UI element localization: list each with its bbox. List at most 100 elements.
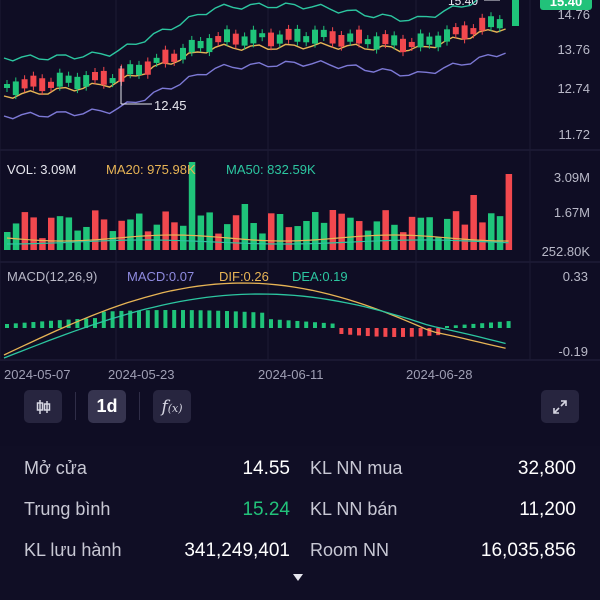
stock-chart[interactable]: 14.76 13.76 12.74 11.72 15.40 15.40 12.4… — [0, 0, 600, 445]
stat-value: 11,200 — [519, 499, 576, 520]
candle — [276, 34, 283, 44]
dea-value-label: DEA:0.19 — [292, 269, 348, 284]
stat-label: KL NN bán — [310, 499, 398, 519]
macd-histogram-bar — [172, 310, 177, 328]
candle — [30, 75, 37, 87]
stat-row: Trung bình 15.24 KL NN bán 11,200 — [0, 499, 600, 529]
interval-button[interactable]: 1d — [88, 390, 126, 423]
candle — [224, 29, 230, 43]
candle — [74, 76, 81, 90]
volume-bar — [320, 222, 328, 250]
volume-bar — [171, 222, 178, 250]
macd-histogram-bar — [66, 319, 71, 328]
volume-bar — [250, 223, 257, 250]
candle — [215, 36, 222, 43]
stat-label: Trung bình — [24, 499, 111, 519]
macd-histogram-bar — [339, 328, 344, 334]
stat-label: Room NN — [310, 540, 390, 560]
indicator-button[interactable]: f(x) — [153, 390, 191, 423]
candle — [232, 33, 239, 45]
macd-histogram-bar — [233, 311, 238, 328]
candle — [48, 81, 54, 88]
volume-bar — [4, 232, 11, 250]
macd-histogram-bar — [207, 310, 212, 328]
candle — [294, 28, 301, 42]
volume-bar — [294, 226, 301, 250]
chart-canvas[interactable]: 14.76 13.76 12.74 11.72 15.40 15.40 12.4… — [0, 0, 600, 445]
candlestick-type-button[interactable] — [24, 390, 62, 423]
macd-histogram-bar — [365, 328, 370, 337]
volume-bar — [92, 210, 99, 250]
volume-bar — [435, 237, 442, 250]
candle — [92, 71, 98, 81]
macd-histogram-bar — [57, 320, 62, 328]
macd-histogram-bar — [101, 311, 106, 328]
volume-bar — [496, 216, 504, 250]
candle — [153, 57, 160, 63]
candle — [180, 47, 186, 60]
volume-bar — [224, 224, 231, 250]
stat-value: 14.55 — [242, 458, 290, 479]
macd-histogram-bar — [409, 328, 414, 337]
price-axis-tick: 12.74 — [557, 81, 590, 96]
volume-bar — [417, 217, 425, 250]
volume-bar — [303, 220, 310, 250]
candle — [65, 75, 72, 83]
volume-bar — [127, 219, 134, 250]
volume-bar — [488, 213, 495, 250]
volume-axis-tick: 1.67M — [554, 205, 590, 220]
volume-bar — [83, 226, 90, 250]
macd-histogram-bar — [489, 322, 493, 328]
candle — [188, 39, 195, 53]
macd-histogram-bar — [445, 326, 449, 328]
macd-histogram-bar — [453, 325, 458, 328]
candle — [268, 32, 274, 47]
toolbar-divider — [139, 392, 140, 420]
macd-histogram-bar — [251, 312, 256, 328]
macd-histogram-bar — [154, 310, 159, 328]
volume-bar — [136, 213, 143, 250]
vol-ma50-label: MA50: 832.59K — [226, 162, 316, 177]
candle — [408, 41, 415, 48]
expand-icon — [553, 399, 567, 414]
candle — [347, 33, 354, 42]
macd-histogram-bar — [189, 310, 194, 328]
expand-caret-icon[interactable] — [293, 574, 303, 581]
candle — [400, 38, 406, 53]
stat-label: Mở cửa — [24, 458, 87, 478]
volume-bar — [153, 224, 161, 250]
price-axis-tick: 11.72 — [558, 127, 590, 142]
macd-value-label: MACD:0.07 — [127, 269, 194, 284]
volume-bar — [30, 217, 37, 250]
x-axis-date: 2024-06-11 — [258, 367, 324, 382]
volume-bar — [329, 210, 337, 250]
macd-histogram-bar — [40, 321, 45, 328]
volume-bar — [347, 217, 354, 250]
candle — [461, 25, 468, 40]
candle — [496, 19, 503, 29]
volume-bar — [48, 217, 55, 250]
candle — [259, 33, 266, 38]
candle — [356, 29, 362, 44]
macd-histogram-bar — [198, 310, 203, 328]
candle — [435, 35, 442, 48]
volume-bar — [65, 217, 73, 250]
macd-histogram-bar — [304, 321, 309, 328]
fullscreen-button[interactable] — [541, 390, 579, 423]
volume-bar — [364, 230, 372, 250]
x-axis-date: 2024-05-07 — [4, 367, 71, 382]
macd-histogram-bar — [260, 312, 265, 328]
macd-title: MACD(12,26,9) — [7, 269, 97, 284]
macd-histogram-bar — [49, 320, 53, 328]
volume-bar — [232, 215, 240, 250]
dif-value-label: DIF:0.26 — [219, 269, 269, 284]
macd-histogram-bar — [295, 320, 300, 328]
candle — [312, 29, 318, 44]
volume-axis-tick: 252.80K — [542, 244, 591, 259]
candle — [21, 79, 28, 89]
current-price-badge-text: 15.40 — [550, 0, 583, 9]
volume-bar — [479, 222, 486, 250]
candle — [320, 29, 327, 38]
vol-ma20-label: MA20: 975.98K — [106, 162, 196, 177]
candle — [206, 38, 213, 53]
